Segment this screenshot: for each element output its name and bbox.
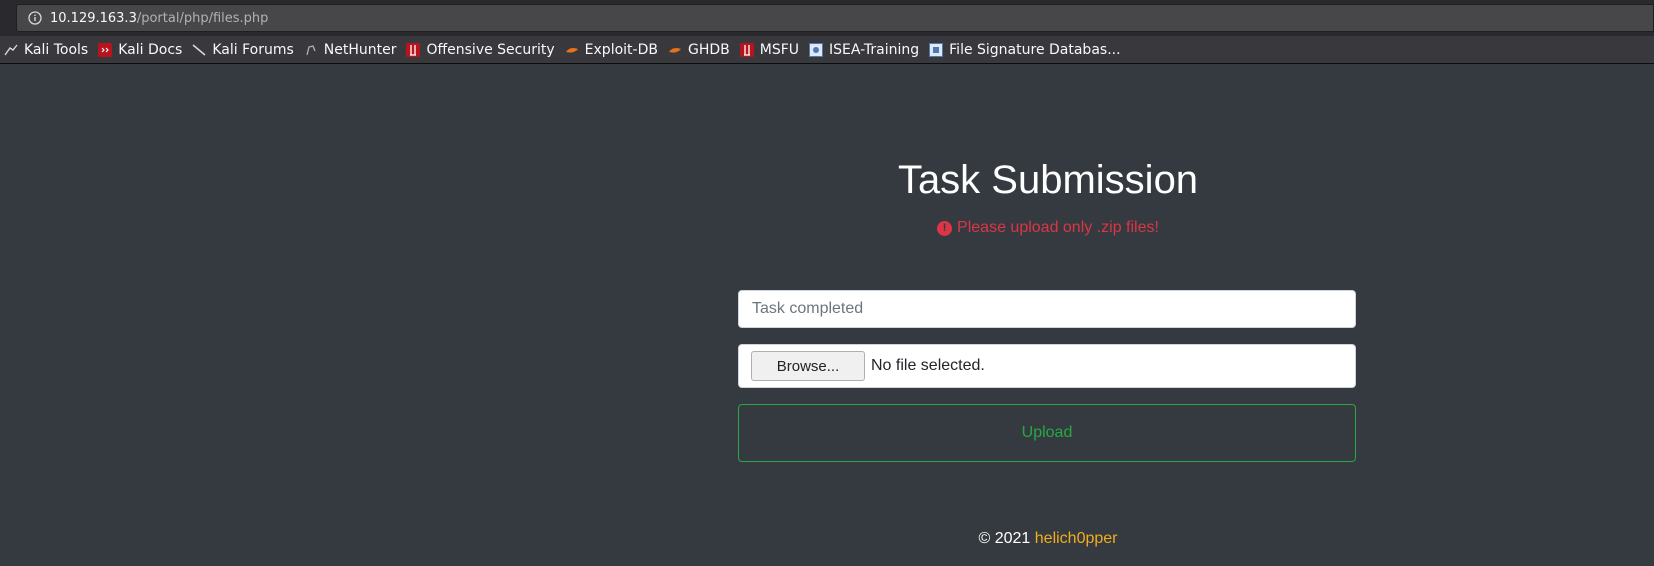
bookmark-label: Kali Tools xyxy=(24,41,89,58)
bookmark-label: Offensive Security xyxy=(426,41,555,58)
bookmarks-bar: Kali Tools Kali Docs Kali Forums NetHunt… xyxy=(0,36,1654,64)
browse-button[interactable]: Browse... xyxy=(751,351,865,381)
task-input[interactable] xyxy=(738,290,1356,328)
bookmark-label: ISEA-Training xyxy=(829,41,920,58)
file-status: No file selected. xyxy=(871,357,985,374)
url-text: 10.129.163.3/portal/php/files.php xyxy=(50,11,268,26)
bookmark-file-signature-database[interactable]: File Signature Databas... xyxy=(925,38,1126,62)
bookmark-nethunter[interactable]: NetHunter xyxy=(300,38,403,62)
browser-toolbar: 10.129.163.3/portal/php/files.php xyxy=(0,0,1654,36)
bookmark-msfu[interactable]: MSFU xyxy=(736,38,805,62)
bookmark-label: Kali Forums xyxy=(212,41,294,58)
exploit-db-icon xyxy=(565,43,579,57)
bookmark-label: Kali Docs xyxy=(118,41,183,58)
page-title: Task Submission xyxy=(897,158,1199,202)
bookmark-kali-tools[interactable]: Kali Tools xyxy=(0,38,94,62)
kali-dragon-icon xyxy=(4,43,18,57)
file-upload-field[interactable]: Browse... No file selected. xyxy=(738,344,1356,388)
info-icon[interactable] xyxy=(28,11,42,25)
isea-icon xyxy=(809,42,823,57)
upload-warning: ! Please upload only .zip files! xyxy=(738,219,1358,237)
footer-copyright: © 2021 xyxy=(978,530,1031,547)
bookmark-label: Exploit-DB xyxy=(584,41,658,58)
ghdb-icon xyxy=(668,43,682,57)
offsec-icon xyxy=(406,42,421,57)
kali-docs-icon xyxy=(98,42,113,57)
url-host: 10.129.163.3 xyxy=(50,10,137,26)
footer: © 2021 helich0pper xyxy=(738,530,1358,548)
upload-warning-text: Please upload only .zip files! xyxy=(957,219,1159,236)
offsec-icon xyxy=(739,42,754,57)
upload-button[interactable]: Upload xyxy=(738,404,1356,462)
kali-dragon-icon xyxy=(192,43,206,57)
bookmark-label: File Signature Databas... xyxy=(949,41,1121,58)
footer-author-link[interactable]: helich0pper xyxy=(1035,530,1118,547)
url-path: /portal/php/files.php xyxy=(136,10,269,26)
bookmark-kali-docs[interactable]: Kali Docs xyxy=(94,38,188,62)
bookmark-label: GHDB xyxy=(687,41,730,58)
bookmark-ghdb[interactable]: GHDB xyxy=(664,38,736,62)
bookmark-offensive-security[interactable]: Offensive Security xyxy=(402,38,560,62)
bookmark-label: NetHunter xyxy=(323,41,397,58)
bookmark-exploit-db[interactable]: Exploit-DB xyxy=(561,38,664,62)
file-signature-icon xyxy=(929,42,944,57)
bookmark-isea-training[interactable]: ISEA-Training xyxy=(805,38,925,62)
address-bar[interactable]: 10.129.163.3/portal/php/files.php xyxy=(16,4,1654,32)
nethunter-icon xyxy=(304,43,318,57)
bookmark-label: MSFU xyxy=(759,41,799,58)
exclamation-circle-icon: ! xyxy=(937,220,953,236)
bookmark-kali-forums[interactable]: Kali Forums xyxy=(188,38,299,62)
